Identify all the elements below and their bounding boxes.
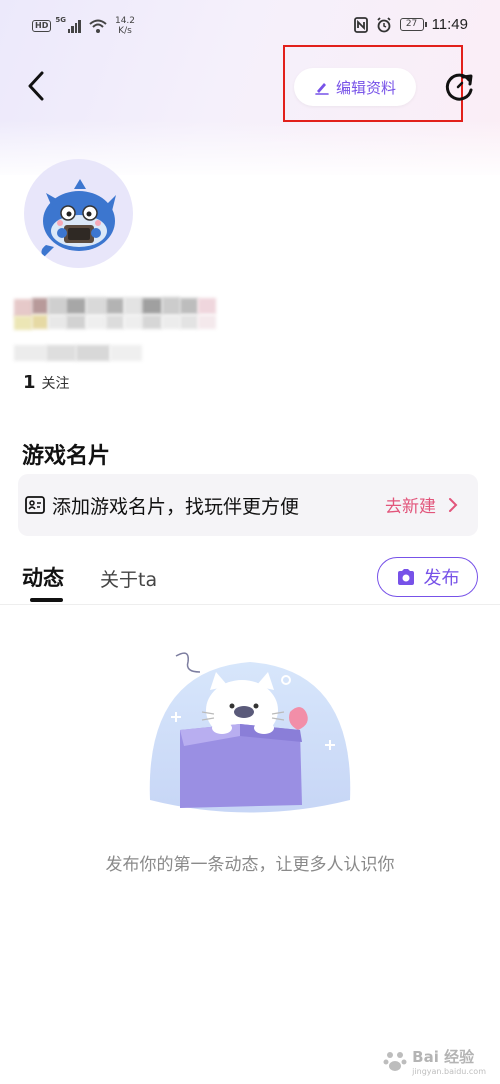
- mosaic-block: [180, 315, 198, 329]
- mosaic-block: [48, 297, 66, 315]
- mosaic-block: [106, 315, 124, 329]
- mosaic-block: [124, 297, 142, 315]
- publish-label: 发布: [423, 568, 460, 589]
- alarm-icon: [376, 16, 391, 32]
- mosaic-block: [142, 298, 162, 314]
- back-button[interactable]: [20, 66, 56, 106]
- status-left: HD 5G 14.2 K/s: [32, 16, 135, 36]
- status-bar: HD 5G 14.2 K/s 27 11:49: [0, 0, 500, 58]
- watermark-url: jingyan.baidu.com: [412, 1067, 486, 1076]
- mosaic-block: [14, 345, 46, 361]
- mosaic-block: [32, 315, 48, 329]
- chevron-right-icon: [449, 497, 458, 512]
- network-type: 5G: [55, 16, 66, 24]
- battery-icon: 27: [399, 18, 427, 31]
- mosaic-block: [198, 315, 216, 329]
- tab-active-indicator: [30, 598, 63, 602]
- baidu-jingyan-watermark: Bai 经验 jingyan.baidu.com: [382, 1046, 486, 1076]
- mosaic-block: [162, 297, 180, 315]
- refresh-button[interactable]: [440, 68, 478, 108]
- speed-unit: K/s: [118, 26, 132, 36]
- follow-label: 关注: [41, 376, 70, 392]
- edit-profile-button[interactable]: 编辑资料: [294, 68, 416, 106]
- id-card-icon: [25, 496, 45, 514]
- mosaic-block: [110, 345, 142, 361]
- mosaic-block: [86, 315, 106, 329]
- empty-state-cat-box-illustration: [149, 652, 351, 813]
- follow-stat[interactable]: 1 关注: [23, 372, 70, 393]
- create-game-card-link[interactable]: 去新建: [385, 492, 458, 517]
- mosaic-block: [14, 316, 32, 330]
- empty-state-text: 发布你的第一条动态，让更多人认识你: [105, 855, 395, 875]
- wifi-icon: [89, 19, 107, 33]
- paw-logo-icon: [383, 1052, 407, 1071]
- add-game-card-row[interactable]: 添加游戏名片，找玩伴更方便 去新建: [18, 474, 478, 536]
- mosaic-block: [14, 299, 32, 317]
- tab-moments[interactable]: 动态: [22, 562, 64, 592]
- refresh-icon: [445, 73, 473, 101]
- mosaic-block: [32, 298, 48, 314]
- mosaic-block: [86, 297, 106, 315]
- mosaic-block: [180, 298, 198, 314]
- follow-count: 1: [23, 372, 36, 393]
- mosaic-block: [198, 298, 216, 314]
- tabs-divider: [0, 604, 500, 605]
- mosaic-block: [124, 315, 142, 329]
- cartoon-fish-avatar-icon: [41, 179, 116, 257]
- mosaic-block: [48, 315, 66, 329]
- tab-about[interactable]: 关于ta: [100, 565, 157, 592]
- watermark-text: Bai 经验: [412, 1048, 475, 1066]
- edit-profile-label: 编辑资料: [335, 78, 396, 97]
- create-label: 去新建: [385, 497, 436, 517]
- mosaic-block: [66, 298, 86, 314]
- mosaic-block: [76, 345, 110, 361]
- clock: 11:49: [431, 16, 468, 33]
- mosaic-block: [162, 315, 180, 329]
- add-game-card-text: 添加游戏名片，找玩伴更方便: [52, 495, 300, 518]
- signal-icon: [67, 19, 81, 33]
- network-speed: 14.2 K/s: [115, 16, 135, 36]
- section-title-game-card: 游戏名片: [22, 444, 111, 469]
- mosaic-block: [106, 298, 124, 314]
- back-arrow-icon: [28, 71, 44, 101]
- avatar[interactable]: [24, 159, 133, 268]
- publish-button[interactable]: 发布: [377, 557, 478, 597]
- mosaic-block: [142, 315, 162, 329]
- pen-icon: [315, 83, 329, 95]
- hd-badge: HD: [32, 20, 52, 32]
- status-right: 27 11:49: [353, 16, 468, 33]
- camera-icon: [397, 569, 414, 585]
- mosaic-block: [66, 315, 86, 329]
- mosaic-block: [46, 345, 76, 361]
- nfc-icon: [353, 16, 368, 33]
- speed-value: 14.2: [114, 16, 136, 26]
